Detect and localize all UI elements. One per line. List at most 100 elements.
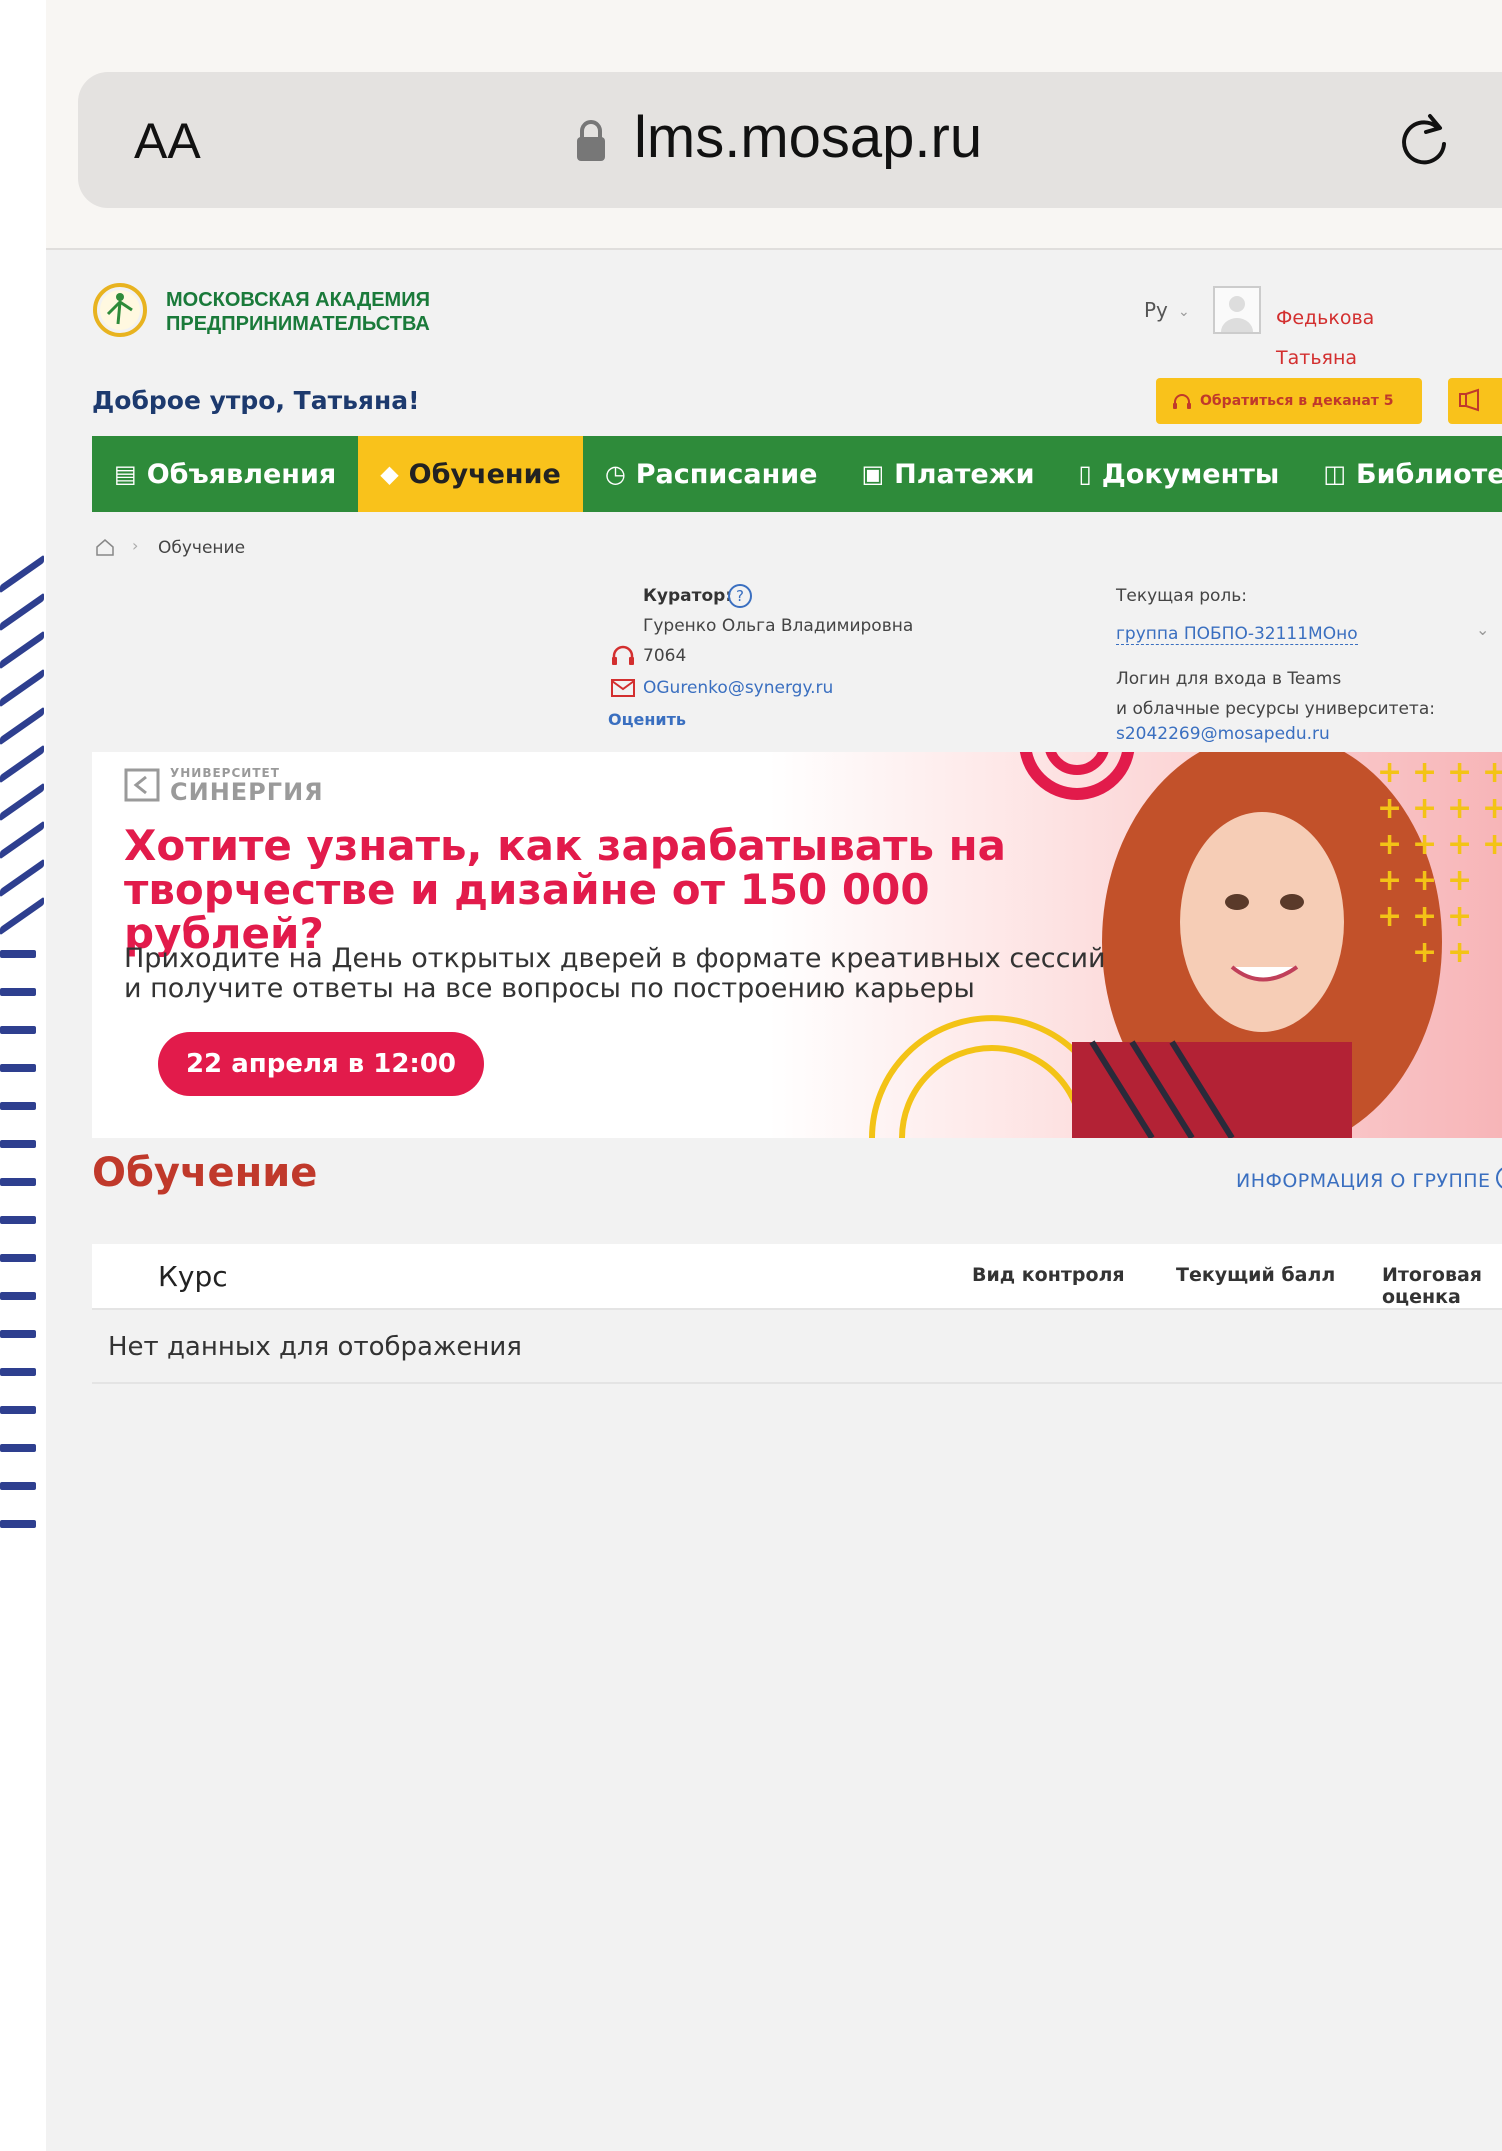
rate-curator-link[interactable]: Оценить: [608, 710, 686, 729]
main-navigation: ▤ Объявления ◆ Обучение ◷ Расписание ▣ П…: [92, 436, 1502, 512]
device-screen: AA lms.mosap.ru МОСКОВСКАЯ АКАДЕМИЯ ПРЕД…: [46, 0, 1502, 2151]
fabric-stripe: [0, 592, 44, 632]
fabric-stripe: [0, 668, 44, 708]
fabric-stripe: [0, 858, 44, 898]
fabric-stripe: [0, 1254, 36, 1262]
nav-payments[interactable]: ▣ Платежи: [839, 436, 1056, 512]
brand-line-2: ПРЕДПРИНИМАТЕЛЬСТВА: [166, 313, 430, 335]
synergy-logo-icon: [124, 768, 160, 802]
lock-icon: [577, 120, 605, 161]
nav-label: Обучение: [408, 458, 561, 490]
teams-login-info: Логин для входа в Teams и облачные ресур…: [1116, 664, 1496, 724]
academy-brand[interactable]: МОСКОВСКАЯ АКАДЕМИЯ ПРЕДПРИНИМАТЕЛЬСТВА: [166, 288, 430, 336]
graduation-cap-icon: ◆: [380, 460, 399, 488]
synergy-logo-big: СИНЕРГИЯ: [170, 778, 324, 806]
url-text[interactable]: lms.mosap.ru: [634, 104, 982, 171]
feedback-button[interactable]: [1448, 378, 1502, 424]
reload-icon[interactable]: [1394, 110, 1454, 170]
clipboard-icon: ▤: [114, 460, 137, 488]
svg-text:+: +: [1482, 755, 1502, 790]
nav-documents[interactable]: ▯ Документы: [1057, 436, 1302, 512]
chevron-down-icon[interactable]: ⌄: [1476, 620, 1489, 639]
courses-table: Курс Вид контроля Текущий балл Итоговая …: [92, 1244, 1502, 1384]
svg-text:+: +: [1447, 791, 1472, 826]
curator-label: Куратор:: [643, 586, 733, 606]
fabric-stripe: [0, 988, 36, 996]
breadcrumb-separator-icon: ›: [132, 536, 139, 555]
column-course[interactable]: Курс: [158, 1260, 228, 1293]
fabric-stripe: [0, 1520, 36, 1528]
nav-label: Библиотека: [1356, 458, 1502, 490]
greeting-text: Доброе утро, Татьяна!: [92, 386, 420, 415]
role-label: Текущая роль:: [1116, 586, 1248, 606]
fabric-stripes: [0, 554, 50, 1590]
fabric-stripe: [0, 630, 44, 670]
info-icon[interactable]: [1496, 1166, 1502, 1190]
nav-library[interactable]: ◫ Библиотека ⌄: [1301, 436, 1502, 512]
table-row: Нет данных для отображения: [92, 1310, 1502, 1384]
text-size-button[interactable]: AA: [134, 112, 201, 170]
svg-text:+: +: [1412, 899, 1437, 934]
svg-text:+: +: [1377, 755, 1402, 790]
fabric-stripe: [0, 1444, 36, 1452]
breadcrumb-current: Обучение: [158, 538, 246, 558]
curator-email[interactable]: OGurenko@synergy.ru: [643, 678, 833, 698]
svg-text:+: +: [1412, 755, 1437, 790]
group-info-link[interactable]: ИНФОРМАЦИЯ О ГРУППЕ: [1236, 1170, 1491, 1192]
home-icon[interactable]: [94, 536, 116, 558]
brand-line-1: МОСКОВСКАЯ АКАДЕМИЯ: [166, 289, 430, 311]
contact-dean-button[interactable]: Обратиться в деканат 5: [1156, 378, 1422, 424]
fabric-stripe: [0, 1064, 36, 1072]
column-control-type[interactable]: Вид контроля: [972, 1264, 1125, 1286]
svg-text:+: +: [1447, 899, 1472, 934]
svg-text:+: +: [1377, 863, 1402, 898]
teams-email[interactable]: s2042269@mosapedu.ru: [1116, 724, 1330, 744]
svg-text:+: +: [1482, 827, 1502, 862]
fabric-stripe: [0, 1406, 36, 1414]
fabric-stripe: [0, 1482, 36, 1490]
nav-training[interactable]: ◆ Обучение: [358, 436, 583, 512]
fabric-stripe: [0, 1368, 36, 1376]
help-icon[interactable]: ?: [728, 584, 752, 608]
fabric-stripe: [0, 950, 36, 958]
curator-phone[interactable]: 7064: [643, 646, 686, 666]
page-title: Обучение: [92, 1150, 318, 1196]
column-current-score[interactable]: Текущий балл: [1176, 1264, 1335, 1286]
headset-icon: [1173, 394, 1191, 409]
clock-icon: ◷: [604, 460, 626, 488]
role-select[interactable]: группа ПОБПО-32111МОно: [1116, 624, 1358, 645]
svg-text:+: +: [1447, 755, 1472, 790]
fabric-stripe: [0, 896, 44, 936]
banner-subtitle: Приходите на День открытых дверей в форм…: [124, 943, 1106, 1004]
fabric-stripe: [0, 706, 44, 746]
fabric-stripe: [0, 1330, 36, 1338]
banner-title: Хотите узнать, как зарабатывать на творч…: [124, 821, 1006, 958]
column-final-grade[interactable]: Итоговая оценка: [1382, 1264, 1502, 1308]
user-avatar[interactable]: [1213, 286, 1261, 334]
nav-schedule[interactable]: ◷ Расписание: [583, 436, 840, 512]
svg-text:+: +: [1447, 935, 1472, 970]
promo-banner[interactable]: + + + + + + + + + + + + + + + + + + + + УНИВЕРСИТЕТ СИ…: [92, 752, 1502, 1138]
document-icon: ▯: [1078, 460, 1092, 488]
svg-text:+: +: [1377, 899, 1402, 934]
svg-text:+: +: [1447, 827, 1472, 862]
language-select[interactable]: Ру: [1144, 298, 1168, 322]
book-icon: ◫: [1323, 460, 1347, 488]
fabric-stripe: [0, 1292, 36, 1300]
fabric-stripe: [0, 744, 44, 784]
academy-logo-icon[interactable]: [90, 280, 150, 340]
fabric-stripe: [0, 1102, 36, 1110]
teams-line-2: и облачные ресурсы университета:: [1116, 699, 1435, 719]
user-silhouette-icon: [1221, 296, 1253, 332]
banner-date-button[interactable]: 22 апреля в 12:00: [158, 1032, 484, 1096]
teams-line-1: Логин для входа в Teams: [1116, 669, 1342, 689]
nav-label: Расписание: [635, 458, 818, 490]
nav-announcements[interactable]: ▤ Объявления: [92, 436, 358, 512]
chevron-down-icon[interactable]: ⌄: [1178, 304, 1190, 320]
svg-text:+: +: [1482, 791, 1502, 826]
headset-icon: [612, 645, 634, 665]
svg-text:+: +: [1412, 791, 1437, 826]
empty-state-text: Нет данных для отображения: [108, 1332, 522, 1362]
nav-label: Объявления: [146, 458, 337, 490]
toolbar-divider: [46, 248, 1502, 250]
